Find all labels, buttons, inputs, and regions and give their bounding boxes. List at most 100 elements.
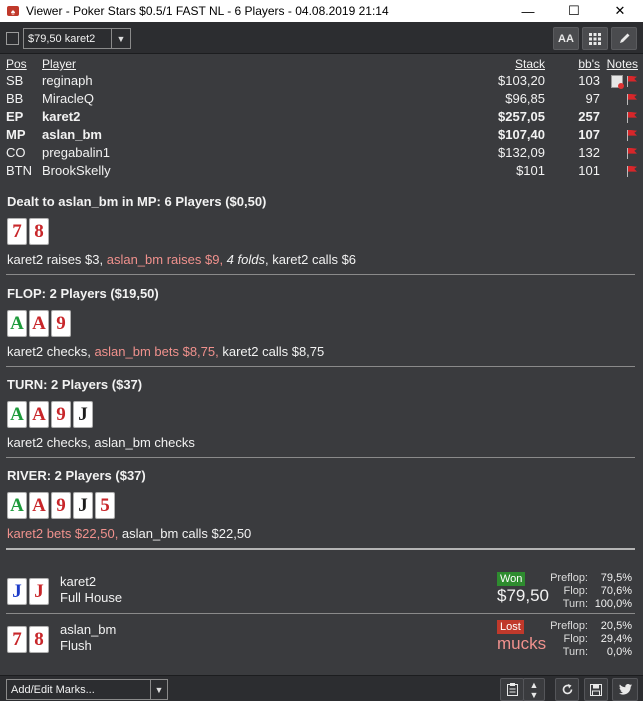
action-text: aslan_bm calls $22,50 <box>121 526 252 541</box>
minimize-button[interactable]: — <box>505 0 551 22</box>
stat-row: Preflop: 79,5% <box>540 572 632 585</box>
stat-row: Turn: 0,0% <box>540 646 632 659</box>
row-notes <box>600 71 638 89</box>
divider <box>6 366 635 367</box>
action-text: , karet2 calls $6 <box>264 252 357 267</box>
flag-icon[interactable] <box>626 111 638 123</box>
result-row: J J karet2 Full House Won $79,50 Preflop… <box>0 572 643 618</box>
stat-row: Preflop: 20,5% <box>540 620 632 633</box>
row-bb: 132 <box>578 144 600 160</box>
chevron-down-icon[interactable]: ▼ <box>111 29 130 48</box>
note-icon[interactable] <box>611 74 624 89</box>
equity-stats: Preflop: 79,5% Flop: 70,6% Turn: 100,0% <box>540 572 632 611</box>
board-cards: A A 9 J 5 <box>7 492 635 519</box>
hero-action-text: aslan_bm raises $9, <box>106 252 227 267</box>
playing-card: J <box>73 401 93 428</box>
hand-select-dropdown[interactable]: $79,50 karet2 ▼ <box>23 28 131 49</box>
row-pos: MP <box>6 126 26 142</box>
row-stack: $132,09 <box>498 144 545 160</box>
table-row[interactable]: MP aslan_bm $107,40 107 <box>6 125 638 143</box>
flop-section: FLOP: 2 Players ($19,50) A A 9 karet2 ch… <box>7 286 635 359</box>
select-checkbox[interactable] <box>6 32 19 45</box>
playing-card: J <box>29 578 49 605</box>
preflop-heading: Dealt to aslan_bm in MP: 6 Players ($0,5… <box>7 194 267 209</box>
maximize-button[interactable]: ☐ <box>551 0 597 22</box>
header-pos[interactable]: Pos <box>6 57 42 71</box>
row-bb: 103 <box>578 72 600 88</box>
save-icon <box>590 683 602 696</box>
stat-row: Flop: 70,6% <box>540 585 632 598</box>
turn-actions: karet2 checks, aslan_bm checks <box>7 435 635 450</box>
playing-card: 7 <box>7 626 27 653</box>
stat-value: 0,0% <box>606 646 632 658</box>
hand-select-value: $79,50 karet2 <box>28 32 96 45</box>
players-table-header: Pos Player Stack bb's Notes <box>6 57 638 71</box>
row-player: karet2 <box>42 108 81 124</box>
flag-icon[interactable] <box>626 129 638 141</box>
clipboard-button[interactable] <box>500 678 524 701</box>
edit-button[interactable] <box>611 27 637 50</box>
hole-cards: 7 8 <box>7 218 635 245</box>
flag-icon[interactable] <box>626 75 638 87</box>
preflop-actions: karet2 raises $3, aslan_bm raises $9, 4 … <box>7 252 635 267</box>
playing-card: J <box>73 492 93 519</box>
turn-section: TURN: 2 Players ($37) A A 9 J karet2 che… <box>7 377 635 450</box>
flag-icon[interactable] <box>626 147 638 159</box>
won-badge: Won <box>497 572 526 586</box>
playing-card: 5 <box>95 492 115 519</box>
grid-button[interactable] <box>582 27 608 50</box>
row-pos: SB <box>6 72 24 88</box>
preflop-section: Dealt to aslan_bm in MP: 6 Players ($0,5… <box>7 194 635 267</box>
twitter-button[interactable] <box>612 678 638 701</box>
divider <box>6 548 635 550</box>
chevron-down-icon[interactable]: ▼ <box>150 680 167 699</box>
table-row[interactable]: CO pregabalin1 $132,09 132 <box>6 143 638 161</box>
marks-dropdown[interactable]: Add/Edit Marks... ▼ <box>6 679 168 700</box>
stat-value: 70,6% <box>600 585 632 597</box>
playing-card: 9 <box>51 492 71 519</box>
river-heading: RIVER: 2 Players ($37) <box>7 468 146 483</box>
header-notes[interactable]: Notes <box>600 57 638 71</box>
result-player-name: karet2 <box>60 574 97 589</box>
hero-action-text: karet2 bets $22,50, <box>7 526 122 541</box>
row-player: aslan_bm <box>42 126 102 142</box>
refresh-button[interactable] <box>555 678 579 701</box>
close-button[interactable]: ✕ <box>597 0 643 22</box>
header-player[interactable]: Player <box>42 57 455 71</box>
table-row[interactable]: EP karet2 $257,05 257 <box>6 107 638 125</box>
row-pos: EP <box>6 108 24 124</box>
table-row[interactable]: BB MiracleQ $96,85 97 <box>6 89 638 107</box>
stat-label: Flop: <box>563 633 588 645</box>
result-player-info: aslan_bm Flush <box>60 622 116 654</box>
header-bb[interactable]: bb's <box>545 57 600 71</box>
table-row[interactable]: SB reginaph $103,20 103 <box>6 71 638 89</box>
playing-card: A <box>29 401 49 428</box>
result-player-info: karet2 Full House <box>60 574 122 606</box>
spinner-button[interactable]: ▲ ▼ <box>523 678 545 701</box>
row-player: MiracleQ <box>42 90 95 106</box>
save-button[interactable] <box>584 678 608 701</box>
stat-value: 20,5% <box>600 620 632 632</box>
row-notes <box>600 89 638 107</box>
header-stack[interactable]: Stack <box>455 57 545 71</box>
playing-card: A <box>7 492 27 519</box>
row-stack: $96,85 <box>505 90 545 106</box>
app-icon: ♠ <box>7 6 19 17</box>
shown-cards: 7 8 <box>7 626 49 653</box>
flag-icon[interactable] <box>626 93 638 105</box>
row-bb: 107 <box>578 126 600 142</box>
flag-icon[interactable] <box>626 165 638 177</box>
stat-row: Flop: 29,4% <box>540 633 632 646</box>
folds-text: 4 folds <box>226 252 265 267</box>
equity-stats: Preflop: 20,5% Flop: 29,4% Turn: 0,0% <box>540 620 632 659</box>
font-size-button[interactable]: AA <box>553 27 579 50</box>
playing-card: A <box>29 310 49 337</box>
playing-card: 8 <box>29 626 49 653</box>
playing-card: A <box>29 492 49 519</box>
stat-label: Preflop: <box>550 572 588 584</box>
table-row[interactable]: BTN BrookSkelly $101 101 <box>6 161 638 179</box>
row-stack: $101 <box>516 162 545 178</box>
playing-card: 7 <box>7 218 27 245</box>
stat-label: Preflop: <box>550 620 588 632</box>
stat-value: 79,5% <box>600 572 632 584</box>
